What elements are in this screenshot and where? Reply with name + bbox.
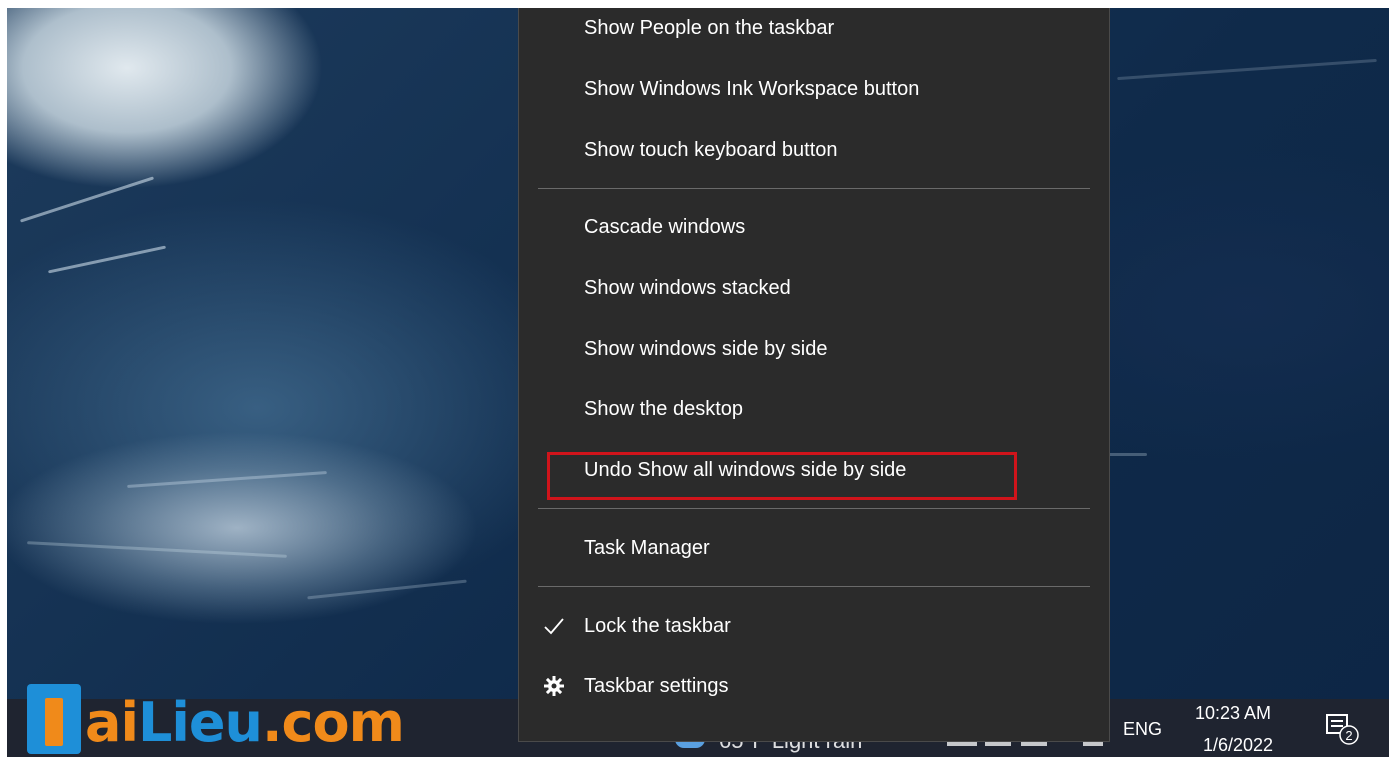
menu-separator xyxy=(538,508,1090,509)
clock-time[interactable]: 10:23 AM xyxy=(1195,703,1271,724)
menu-item-label: Taskbar settings xyxy=(584,674,729,697)
gear-icon xyxy=(543,675,565,697)
menu-item-label: Cascade windows xyxy=(584,215,746,238)
menu-item-show-ink-workspace[interactable]: Show Windows Ink Workspace button xyxy=(519,65,1109,113)
screenshot-frame: 65°F Light rain ENG 10:23 AM 1/6/2022 2 … xyxy=(7,8,1389,757)
watermark-text-part1: ai xyxy=(85,691,139,754)
menu-item-label: Show windows stacked xyxy=(584,276,791,299)
menu-item-windows-side-by-side[interactable]: Show windows side by side xyxy=(519,325,1109,373)
language-indicator[interactable]: ENG xyxy=(1123,719,1162,740)
menu-item-label: Task Manager xyxy=(584,536,710,559)
menu-item-show-people[interactable]: Show People on the taskbar xyxy=(519,8,1109,52)
watermark-text-part3: .com xyxy=(261,691,405,754)
watermark-text-part2: Lieu xyxy=(137,691,263,754)
taskbar-context-menu: Show People on the taskbar Show Windows … xyxy=(518,8,1110,742)
menu-item-show-touch-keyboard[interactable]: Show touch keyboard button xyxy=(519,126,1109,174)
menu-item-show-desktop[interactable]: Show the desktop xyxy=(519,385,1109,433)
menu-item-label: Show Windows Ink Workspace button xyxy=(584,77,920,100)
clock-date[interactable]: 1/6/2022 xyxy=(1203,735,1273,756)
notification-center-icon[interactable]: 2 xyxy=(1325,711,1359,745)
checkmark-icon xyxy=(543,615,565,637)
menu-item-label: Show windows side by side xyxy=(584,337,828,360)
notification-count: 2 xyxy=(1345,728,1352,743)
menu-separator xyxy=(538,586,1090,587)
watermark-logo: aiLieu.com xyxy=(27,672,405,754)
menu-item-windows-stacked[interactable]: Show windows stacked xyxy=(519,264,1109,312)
menu-item-cascade-windows[interactable]: Cascade windows xyxy=(519,203,1109,251)
highlight-box xyxy=(547,452,1017,500)
menu-item-label: Lock the taskbar xyxy=(584,614,731,637)
menu-item-taskbar-settings[interactable]: Taskbar settings xyxy=(519,662,1109,710)
menu-item-label: Show People on the taskbar xyxy=(584,16,835,39)
menu-item-label: Show the desktop xyxy=(584,397,743,420)
menu-item-label: Show touch keyboard button xyxy=(584,138,838,161)
menu-item-task-manager[interactable]: Task Manager xyxy=(519,524,1109,572)
watermark-logo-icon xyxy=(27,684,81,754)
menu-separator xyxy=(538,188,1090,189)
menu-item-lock-taskbar[interactable]: Lock the taskbar xyxy=(519,602,1109,650)
